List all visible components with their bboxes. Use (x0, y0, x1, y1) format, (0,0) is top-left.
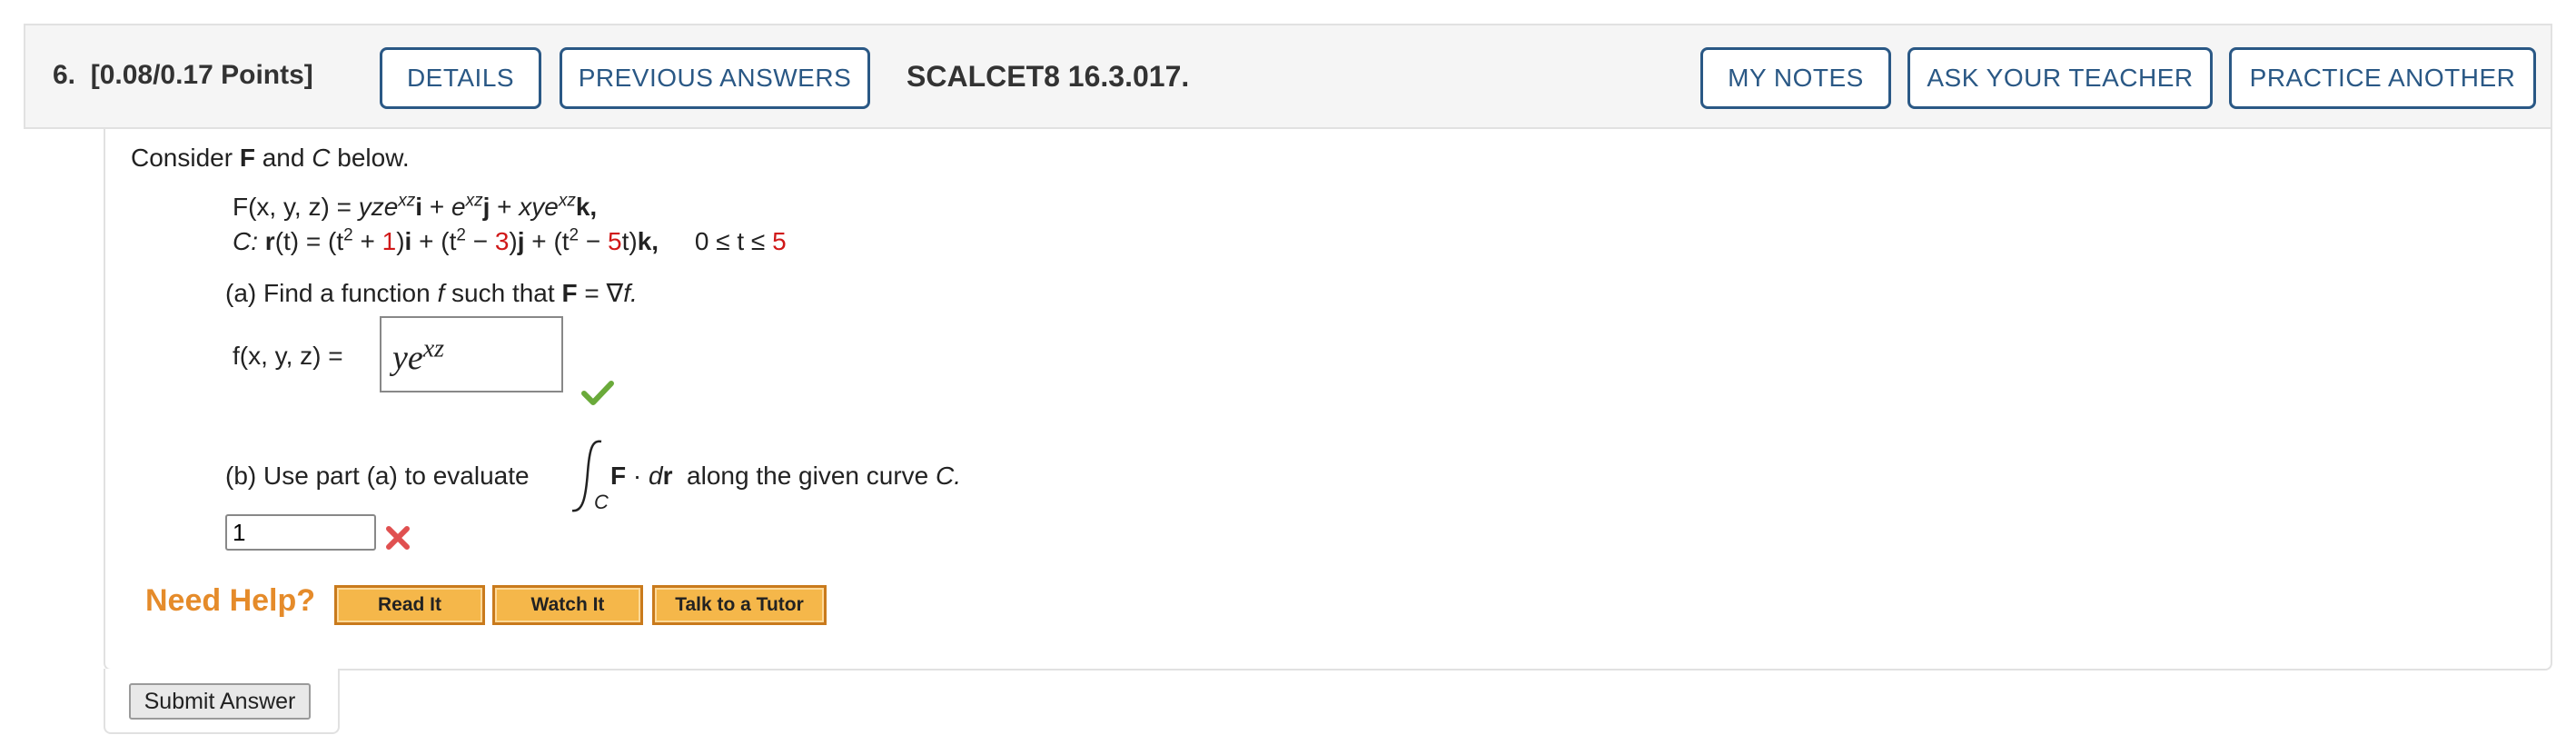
question-header: 6. [0.08/0.17 Points] DETAILS PREVIOUS A… (24, 24, 2552, 129)
previous-answers-button[interactable]: PREVIOUS ANSWERS (560, 47, 870, 109)
details-button[interactable]: DETAILS (380, 47, 541, 109)
part-b-prompt-prefix: (b) Use part (a) to evaluate (225, 462, 530, 490)
curve-equation: C: r(t) = (t2 + 1)i + (t2 − 3)j + (t2 − … (233, 225, 787, 255)
submit-answer-button[interactable]: Submit Answer (129, 683, 311, 720)
practice-another-button[interactable]: PRACTICE ANOTHER (2229, 47, 2536, 109)
my-notes-button[interactable]: MY NOTES (1700, 47, 1891, 109)
watch-it-button[interactable]: Watch It (492, 585, 643, 625)
question-id: SCALCET8 16.3.017. (907, 60, 1190, 93)
part-a-answer-box[interactable]: yexz (380, 316, 563, 392)
checkmark-icon (581, 381, 614, 405)
part-a-prompt: (a) Find a function f such that F = ∇f. (225, 279, 638, 307)
part-a-answer-value: yexz (392, 334, 445, 377)
ask-your-teacher-button[interactable]: ASK YOUR TEACHER (1907, 47, 2213, 109)
part-b-integrand: F · dr along the given curve C. (610, 462, 962, 490)
question-points: [0.08/0.17 Points] (90, 60, 313, 90)
vector-field-equation: F(x, y, z) = yzexzi + exzj + xyexzk, (233, 191, 598, 221)
problem-intro: Consider F and C below. (131, 144, 410, 172)
part-a-lhs: f(x, y, z) = (233, 342, 343, 370)
incorrect-x-icon (386, 526, 410, 550)
part-b-answer-input[interactable] (225, 514, 376, 551)
need-help-label: Need Help? (145, 583, 316, 618)
talk-to-tutor-button[interactable]: Talk to a Tutor (652, 585, 827, 625)
read-it-button[interactable]: Read It (334, 585, 485, 625)
question-heading: 6. [0.08/0.17 Points] (53, 60, 313, 91)
integral-subscript: C (594, 491, 609, 513)
question-number: 6. (53, 60, 76, 90)
